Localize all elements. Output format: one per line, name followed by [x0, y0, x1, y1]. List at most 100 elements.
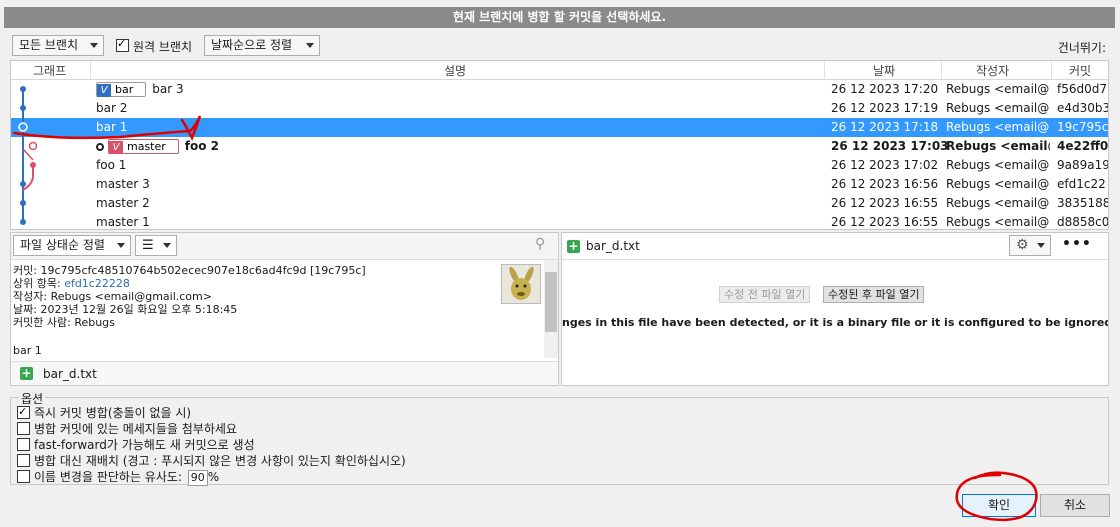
commit-author: Rebugs <email@g	[946, 158, 1050, 172]
options-group: 옵션 즉시 커밋 병합(충돌이 없을 시) 병합 커밋에 있는 메세지들을 첨부…	[10, 390, 1109, 486]
parent-label: 상위 항목:	[13, 277, 61, 290]
commit-hash: 4e22ff0	[1057, 139, 1109, 153]
gear-icon: ⚙	[1016, 237, 1029, 253]
date-value: 2023년 12월 26일 화요일 오후 5:18:45	[40, 303, 238, 316]
dialog-titlebar: 현재 브랜치에 병합 할 커밋을 선택하세요.	[0, 0, 1120, 34]
commit-row[interactable]: foo 1 26 12 2023 17:02 Rebugs <email@g 9…	[11, 156, 1108, 175]
commit-node	[30, 162, 36, 168]
branch-filter-label: 모든 브랜치	[19, 38, 79, 52]
commit-date: 26 12 2023 16:56	[831, 177, 939, 191]
commit-description: bar 1	[96, 120, 128, 134]
commit-date: 26 12 2023 16:55	[831, 196, 939, 210]
commit-list-header: 그래프 설명 날짜 작성자 커밋	[11, 61, 1108, 80]
list-icon: ☰	[142, 238, 154, 253]
commit-row[interactable]: master 2 26 12 2023 16:55 Rebugs <email@…	[11, 194, 1108, 213]
commit-description: bar 3	[152, 82, 184, 96]
commit-row[interactable]: master 1 26 12 2023 16:55 Rebugs <email@…	[11, 213, 1109, 229]
avatar	[501, 264, 541, 304]
option-rename-similarity[interactable]: 이름 변경을 판단하는 유사도: 90%	[17, 469, 220, 486]
chevron-down-icon	[163, 243, 171, 248]
chevron-down-icon	[1037, 243, 1045, 248]
commit-date: 26 12 2023 17:19	[831, 101, 939, 115]
author-value: Rebugs <email@gmail.com>	[50, 290, 212, 303]
column-description[interactable]: 설명	[444, 62, 466, 79]
diff-pane: + bar_d.txt ⚙ ••• 수정 전 파일 열기 수정된 후 파일 열기…	[561, 232, 1109, 386]
commit-node	[28, 141, 38, 151]
view-mode-dropdown[interactable]: ☰	[135, 235, 177, 256]
column-author[interactable]: 작성자	[976, 62, 1009, 79]
commit-message: bar 1	[13, 344, 42, 357]
option-include-messages[interactable]: 병합 커밋에 있는 메세지들을 첨부하세요	[17, 421, 237, 437]
commit-row-selected[interactable]: bar 1 26 12 2023 17:18 Rebugs <email@g 1…	[11, 118, 1109, 137]
chevron-down-icon	[117, 243, 125, 248]
diff-settings-dropdown[interactable]: ⚙	[1009, 235, 1051, 256]
open-before-file-button[interactable]: 수정 전 파일 열기	[719, 286, 811, 303]
similarity-unit: %	[207, 470, 220, 484]
details-scrollbar[interactable]	[544, 260, 558, 358]
column-commit[interactable]: 커밋	[1069, 62, 1091, 79]
commit-author: Rebugs <email@g	[946, 196, 1050, 210]
search-icon[interactable]: ⚲	[535, 236, 545, 252]
commit-details-pane: 파일 상태순 정렬 ☰ ⚲ 커밋: 19c795cfc48510764b502e…	[10, 232, 559, 386]
remote-branches-label: 원격 브랜치	[133, 40, 193, 54]
commit-author: Rebugs <email@g	[946, 120, 1050, 134]
head-indicator-icon	[96, 142, 104, 151]
option-no-fast-forward[interactable]: fast-forward가 가능해도 새 커밋으로 생성	[17, 437, 255, 453]
commit-date: 26 12 2023 17:18	[831, 120, 939, 134]
more-options-icon[interactable]: •••	[1062, 236, 1092, 252]
commit-author: Rebugs <email@g	[946, 82, 1050, 96]
commit-author: Rebugs <email@g	[946, 177, 1050, 191]
scrollbar-thumb[interactable]	[545, 272, 557, 332]
toolbar: 모든 브랜치 원격 브랜치 날짜순으로 정렬 건너뛰기:	[0, 34, 1120, 60]
committer-value: Rebugs	[74, 316, 115, 329]
similarity-input[interactable]: 90	[187, 470, 208, 486]
parent-link[interactable]: efd1c22228	[64, 277, 130, 290]
open-after-file-button[interactable]: 수정된 후 파일 열기	[823, 286, 925, 303]
sort-dropdown[interactable]: 날짜순으로 정렬	[204, 35, 320, 56]
remote-branches-checkbox[interactable]	[116, 37, 129, 52]
commit-hash: f56d0d7	[1057, 82, 1107, 96]
commit-description: bar 2	[96, 101, 128, 115]
commit-full-hash: 19c795cfc48510764b502ecec907e18c6ad4fc9d…	[40, 264, 366, 277]
option-rebase-instead[interactable]: 병합 대신 재배치 (경고 : 푸시되지 않은 변경 사항이 있는지 확인하십시…	[17, 453, 406, 469]
column-date[interactable]: 날짜	[873, 62, 895, 79]
date-label: 날짜:	[13, 303, 37, 316]
option-merge-immediately[interactable]: 즉시 커밋 병합(충돌이 없을 시)	[17, 404, 191, 421]
commit-meta: 커밋: 19c795cfc48510764b502ecec907e18c6ad4…	[13, 264, 366, 357]
ok-button[interactable]: 확인	[962, 494, 1036, 517]
option-checkbox[interactable]	[17, 422, 30, 435]
file-list-item[interactable]: + bar_d.txt	[11, 361, 558, 385]
option-checkbox[interactable]	[17, 454, 30, 467]
commit-hash: e4d30b3	[1057, 101, 1109, 115]
option-checkbox[interactable]	[17, 404, 30, 420]
branch-filter-dropdown[interactable]: 모든 브랜치	[12, 35, 104, 56]
commit-date: 26 12 2023 17:02	[831, 158, 939, 172]
commit-list[interactable]: 그래프 설명 날짜 작성자 커밋 Vbar bar 3 26 12 2023 17…	[10, 60, 1109, 230]
branch-tag-master: Vmaster	[108, 139, 179, 154]
commit-row[interactable]: bar 2 26 12 2023 17:19 Rebugs <email@g e…	[11, 99, 1109, 118]
commit-hash: efd1c22	[1057, 177, 1106, 191]
sort-label: 날짜순으로 정렬	[211, 38, 293, 52]
commit-node	[20, 219, 26, 225]
commit-date: 26 12 2023 17:20	[831, 82, 939, 96]
details-toolbar: 파일 상태순 정렬 ☰ ⚲	[11, 233, 558, 260]
commit-hash: 19c795c	[1057, 120, 1109, 134]
cancel-button[interactable]: 취소	[1040, 494, 1110, 517]
branch-icon: V	[109, 141, 123, 154]
commit-row[interactable]: Vbar bar 3 26 12 2023 17:20 Rebugs <email…	[11, 80, 1108, 99]
column-graph[interactable]: 그래프	[33, 62, 66, 79]
commit-row-head[interactable]: Vmaster foo 2 26 12 2023 17:03 Rebugs <em…	[11, 137, 1109, 156]
commit-node	[20, 105, 26, 111]
chevron-down-icon	[306, 43, 314, 48]
commit-hash: d8858c0	[1057, 215, 1109, 229]
commit-row[interactable]: master 3 26 12 2023 16:56 Rebugs <email@…	[11, 175, 1108, 194]
file-sort-dropdown[interactable]: 파일 상태순 정렬	[13, 235, 131, 256]
commit-graph	[18, 86, 38, 225]
commit-date: 26 12 2023 16:55	[831, 215, 939, 229]
commit-node	[18, 122, 28, 132]
option-checkbox[interactable]	[17, 438, 30, 451]
commit-date: 26 12 2023 17:03	[831, 139, 949, 153]
diff-header: + bar_d.txt ⚙ •••	[562, 233, 1108, 260]
option-checkbox[interactable]	[17, 470, 30, 483]
chevron-down-icon	[90, 43, 98, 48]
